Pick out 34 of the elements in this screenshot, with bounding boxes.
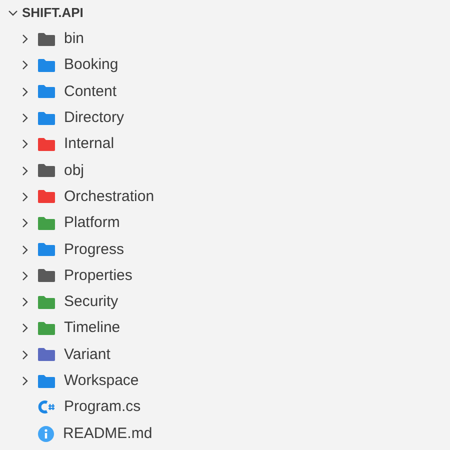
chevron-right-icon[interactable] [20,139,30,150]
chevron-right-icon[interactable] [20,60,30,70]
file-name[interactable]: README.md [63,424,152,443]
chevron-down-icon[interactable] [8,8,18,18]
folder-name[interactable]: Booking [64,56,118,74]
folder-name[interactable]: Progress [64,240,124,259]
chevron-right-icon[interactable] [20,113,30,124]
folder-name[interactable]: obj [64,162,84,180]
chevron-right-icon[interactable] [20,297,30,308]
chevron-right-icon[interactable] [20,218,30,228]
folder-name[interactable]: Internal [64,135,114,154]
chevron-right-icon[interactable] [20,86,30,97]
chevron-right-icon[interactable] [20,192,30,202]
folder-name[interactable]: Timeline [64,319,120,338]
chevron-right-icon[interactable] [20,350,30,360]
folder-name[interactable]: Content [64,82,117,101]
chevron-right-icon[interactable] [20,34,30,44]
chevron-right-icon[interactable] [20,270,30,281]
folder-name[interactable]: Variant [64,346,110,364]
info-icon [38,426,54,442]
csharp-icon [38,399,55,416]
folder-name[interactable]: Workspace [64,372,139,390]
folder-name[interactable]: Orchestration [64,188,154,206]
folder-name[interactable]: Directory [64,109,124,128]
project-title[interactable]: SHIFT.API [22,3,84,23]
folder-name[interactable]: bin [64,30,84,48]
chevron-right-icon[interactable] [20,376,30,386]
file-name[interactable]: Program.cs [64,398,141,416]
chevron-right-icon[interactable] [20,166,30,176]
chevron-right-icon[interactable] [20,323,30,334]
chevron-right-icon[interactable] [20,244,30,255]
folder-name[interactable]: Platform [64,214,120,232]
folder-name[interactable]: Properties [64,266,132,285]
folder-name[interactable]: Security [64,293,118,312]
